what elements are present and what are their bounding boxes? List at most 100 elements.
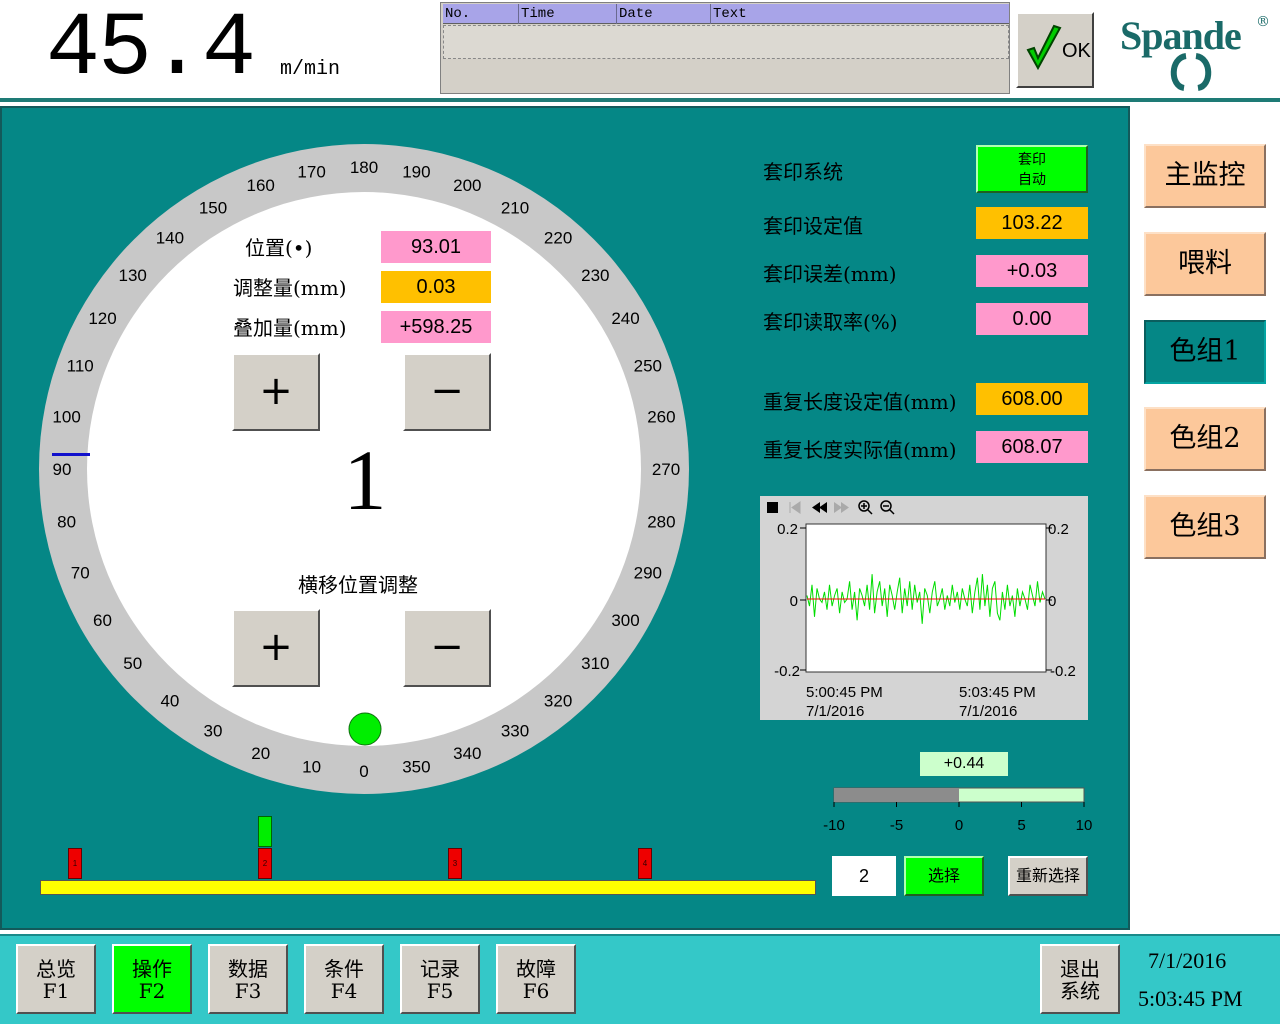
alarm-table[interactable]: No. Time Date Text (440, 2, 1010, 94)
overlay-label: 叠加量(mm) (233, 316, 347, 340)
fkey-data-key: F3 (234, 979, 262, 1003)
fkey-conditions-key: F4 (330, 979, 358, 1003)
trend-y-tick-left-top: 0.2 (777, 521, 798, 538)
trend-y-tick-right-mid: 0 (1048, 593, 1056, 610)
dial-tick-label: 240 (611, 309, 639, 328)
dial-position-indicator (52, 453, 90, 456)
unit-marker-1[interactable]: 1 (68, 848, 82, 879)
dial-tick-label: 200 (453, 176, 481, 195)
trend-x-tick-start-date: 7/1/2016 (806, 703, 864, 720)
clock-date: 7/1/2016 (1148, 948, 1227, 973)
deviation-bar-negative-fill (834, 788, 959, 802)
trend-forward-icon[interactable] (834, 502, 849, 513)
select-button[interactable]: 选择 (904, 856, 984, 896)
trend-y-tick-right-top: 0.2 (1048, 521, 1069, 538)
lateral-adjust-title: 横移位置调整 (298, 573, 418, 597)
trend-chart: 0.2 0 -0.2 0.2 0 -0.2 5:00:45 PM 7/1/201… (767, 500, 1076, 720)
alarm-col-text[interactable]: Text (711, 4, 1009, 24)
repeat-length-set-label: 重复长度设定值(mm) (763, 390, 957, 414)
dial-tick-label: 230 (581, 266, 609, 285)
repeat-length-set-value[interactable]: 608.00 (976, 383, 1088, 415)
fkey-operation-label: 操作 (132, 957, 172, 981)
trend-x-tick-start-time: 5:00:45 PM (806, 684, 883, 701)
dial-tick-label: 180 (350, 158, 378, 177)
alarm-col-date[interactable]: Date (617, 4, 711, 24)
trend-x-tick-end-date: 7/1/2016 (959, 703, 1017, 720)
lateral-minus-button[interactable]: − (403, 609, 491, 687)
brand-logo: Spande ® (1118, 8, 1278, 94)
fkey-faults[interactable]: 故障 F6 (496, 944, 576, 1014)
trend-stop-icon[interactable] (767, 502, 778, 513)
fkey-overview-key: F1 (42, 979, 70, 1003)
deviation-bar: -10 -5 0 5 10 (823, 787, 1093, 834)
fkey-conditions[interactable]: 条件 F4 (304, 944, 384, 1014)
exit-line1: 退出 (1060, 957, 1100, 981)
trend-y-tick-right-bottom: -0.2 (1050, 663, 1076, 680)
nav-main-monitor[interactable]: 主监控 (1144, 144, 1266, 208)
fkey-records-label: 记录 (420, 957, 460, 981)
line-speed-value: 45.4 (46, 0, 256, 101)
register-system-status-line1: 套印 (1018, 152, 1046, 168)
acknowledge-label: OK (1062, 40, 1091, 62)
nav-color-unit-1[interactable]: 色组1 (1144, 320, 1266, 384)
acknowledge-button[interactable]: OK (1016, 12, 1094, 88)
fkey-operation[interactable]: 操作 F2 (112, 944, 192, 1014)
deviation-tick-label: 5 (1017, 817, 1025, 834)
position-plus-button[interactable]: + (232, 353, 320, 431)
dial-tick-label: 310 (581, 654, 609, 673)
dial-tick-label: 130 (119, 266, 147, 285)
register-system-status-button[interactable]: 套印 自动 (976, 145, 1088, 193)
reselect-button[interactable]: 重新选择 (1008, 856, 1088, 896)
unit-selection-input[interactable]: 2 (832, 856, 896, 896)
dial-tick-label: 90 (53, 460, 72, 479)
fkey-records[interactable]: 记录 F5 (400, 944, 480, 1014)
fkey-faults-label: 故障 (516, 957, 556, 981)
unit-marker-2[interactable]: 2 (258, 848, 272, 879)
register-setpoint-label: 套印设定值 (763, 214, 863, 238)
unit-marker-3[interactable]: 3 (448, 848, 462, 879)
dial-tick-label: 140 (156, 229, 184, 248)
fkey-overview-label: 总览 (36, 957, 76, 981)
deviation-tick-label: 10 (1076, 817, 1093, 834)
register-error-value: +0.03 (976, 255, 1088, 287)
dial-tick-label: 170 (297, 163, 325, 182)
dial-tick-label: 160 (247, 176, 275, 195)
dial-tick-label: 70 (71, 563, 90, 582)
fkey-overview[interactable]: 总览 F1 (16, 944, 96, 1014)
register-setpoint-value[interactable]: 103.22 (976, 207, 1088, 239)
adjust-value[interactable]: 0.03 (381, 271, 491, 303)
alarm-col-no[interactable]: No. (443, 4, 519, 24)
dial-tick-label: 250 (634, 357, 662, 376)
overlay-value[interactable]: +598.25 (381, 311, 491, 343)
alarm-col-time[interactable]: Time (519, 4, 617, 24)
alarm-table-row[interactable] (443, 25, 1009, 59)
zoom-in-icon[interactable] (858, 500, 873, 515)
adjust-label: 调整量(mm) (233, 276, 347, 300)
deviation-tick-label: -5 (890, 817, 903, 834)
zoom-out-icon[interactable] (880, 500, 895, 515)
trend-first-icon[interactable] (789, 501, 801, 514)
position-minus-button[interactable]: − (403, 353, 491, 431)
nav-color-unit-3[interactable]: 色组3 (1144, 495, 1266, 559)
dial-tick-label: 100 (52, 408, 80, 427)
unit-track (40, 880, 816, 895)
fkey-records-key: F5 (426, 979, 454, 1003)
fkey-data-label: 数据 (228, 957, 268, 981)
unit-marker-4[interactable]: 4 (638, 848, 652, 879)
dial-tick-label: 220 (544, 229, 572, 248)
nav-color-unit-2[interactable]: 色组2 (1144, 407, 1266, 471)
position-value[interactable]: 93.01 (381, 231, 491, 263)
lateral-plus-button[interactable]: + (232, 609, 320, 687)
dial-tick-label: 210 (501, 199, 529, 218)
register-read-rate-value: 0.00 (976, 303, 1088, 335)
dial-tick-label: 320 (544, 691, 572, 710)
dial-tick-label: 110 (67, 357, 94, 376)
nav-feed[interactable]: 喂料 (1144, 232, 1266, 296)
trend-back-icon[interactable] (812, 502, 827, 513)
dial-tick-label: 330 (501, 722, 529, 741)
exit-system-button[interactable]: 退出 系统 (1040, 944, 1120, 1014)
dial-tick-label: 300 (611, 611, 639, 630)
brand-emblem-icon (1170, 53, 1212, 91)
position-label: 位置(•) (245, 236, 313, 260)
fkey-data[interactable]: 数据 F3 (208, 944, 288, 1014)
